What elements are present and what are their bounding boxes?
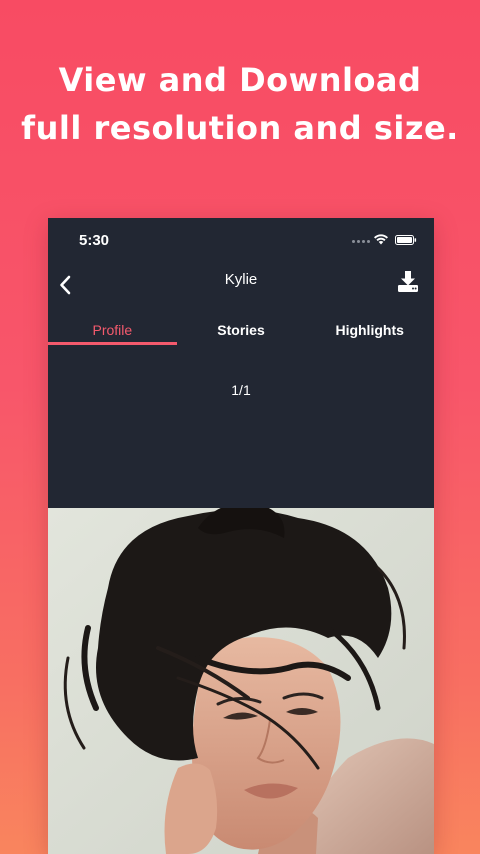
tab-stories[interactable]: Stories: [177, 310, 306, 346]
portrait-image: [48, 508, 434, 854]
tab-bar: Profile Stories Highlights: [48, 310, 434, 346]
headline-line-1: View and Download: [58, 61, 422, 99]
tab-highlights[interactable]: Highlights: [305, 310, 434, 346]
page-counter: 1/1: [231, 382, 251, 398]
battery-icon: [395, 235, 417, 245]
active-tab-indicator: [48, 342, 177, 345]
download-icon: [398, 271, 418, 292]
nav-title: Kylie: [224, 271, 258, 288]
nav-bar: Kylie: [48, 262, 434, 308]
promo-headline: View and Download full resolution and si…: [0, 56, 480, 152]
headline-line-2: full resolution and size.: [21, 109, 459, 147]
phone-screen: 5:30 Kylie Profile Stories Highlights 1/…: [48, 218, 434, 854]
wifi-icon: [374, 234, 388, 245]
download-button[interactable]: [394, 266, 422, 296]
profile-photo[interactable]: [48, 508, 434, 854]
signal-icon: [352, 240, 370, 243]
status-bar: 5:30: [48, 218, 434, 262]
tab-profile[interactable]: Profile: [48, 310, 177, 346]
status-time: 5:30: [79, 232, 110, 249]
